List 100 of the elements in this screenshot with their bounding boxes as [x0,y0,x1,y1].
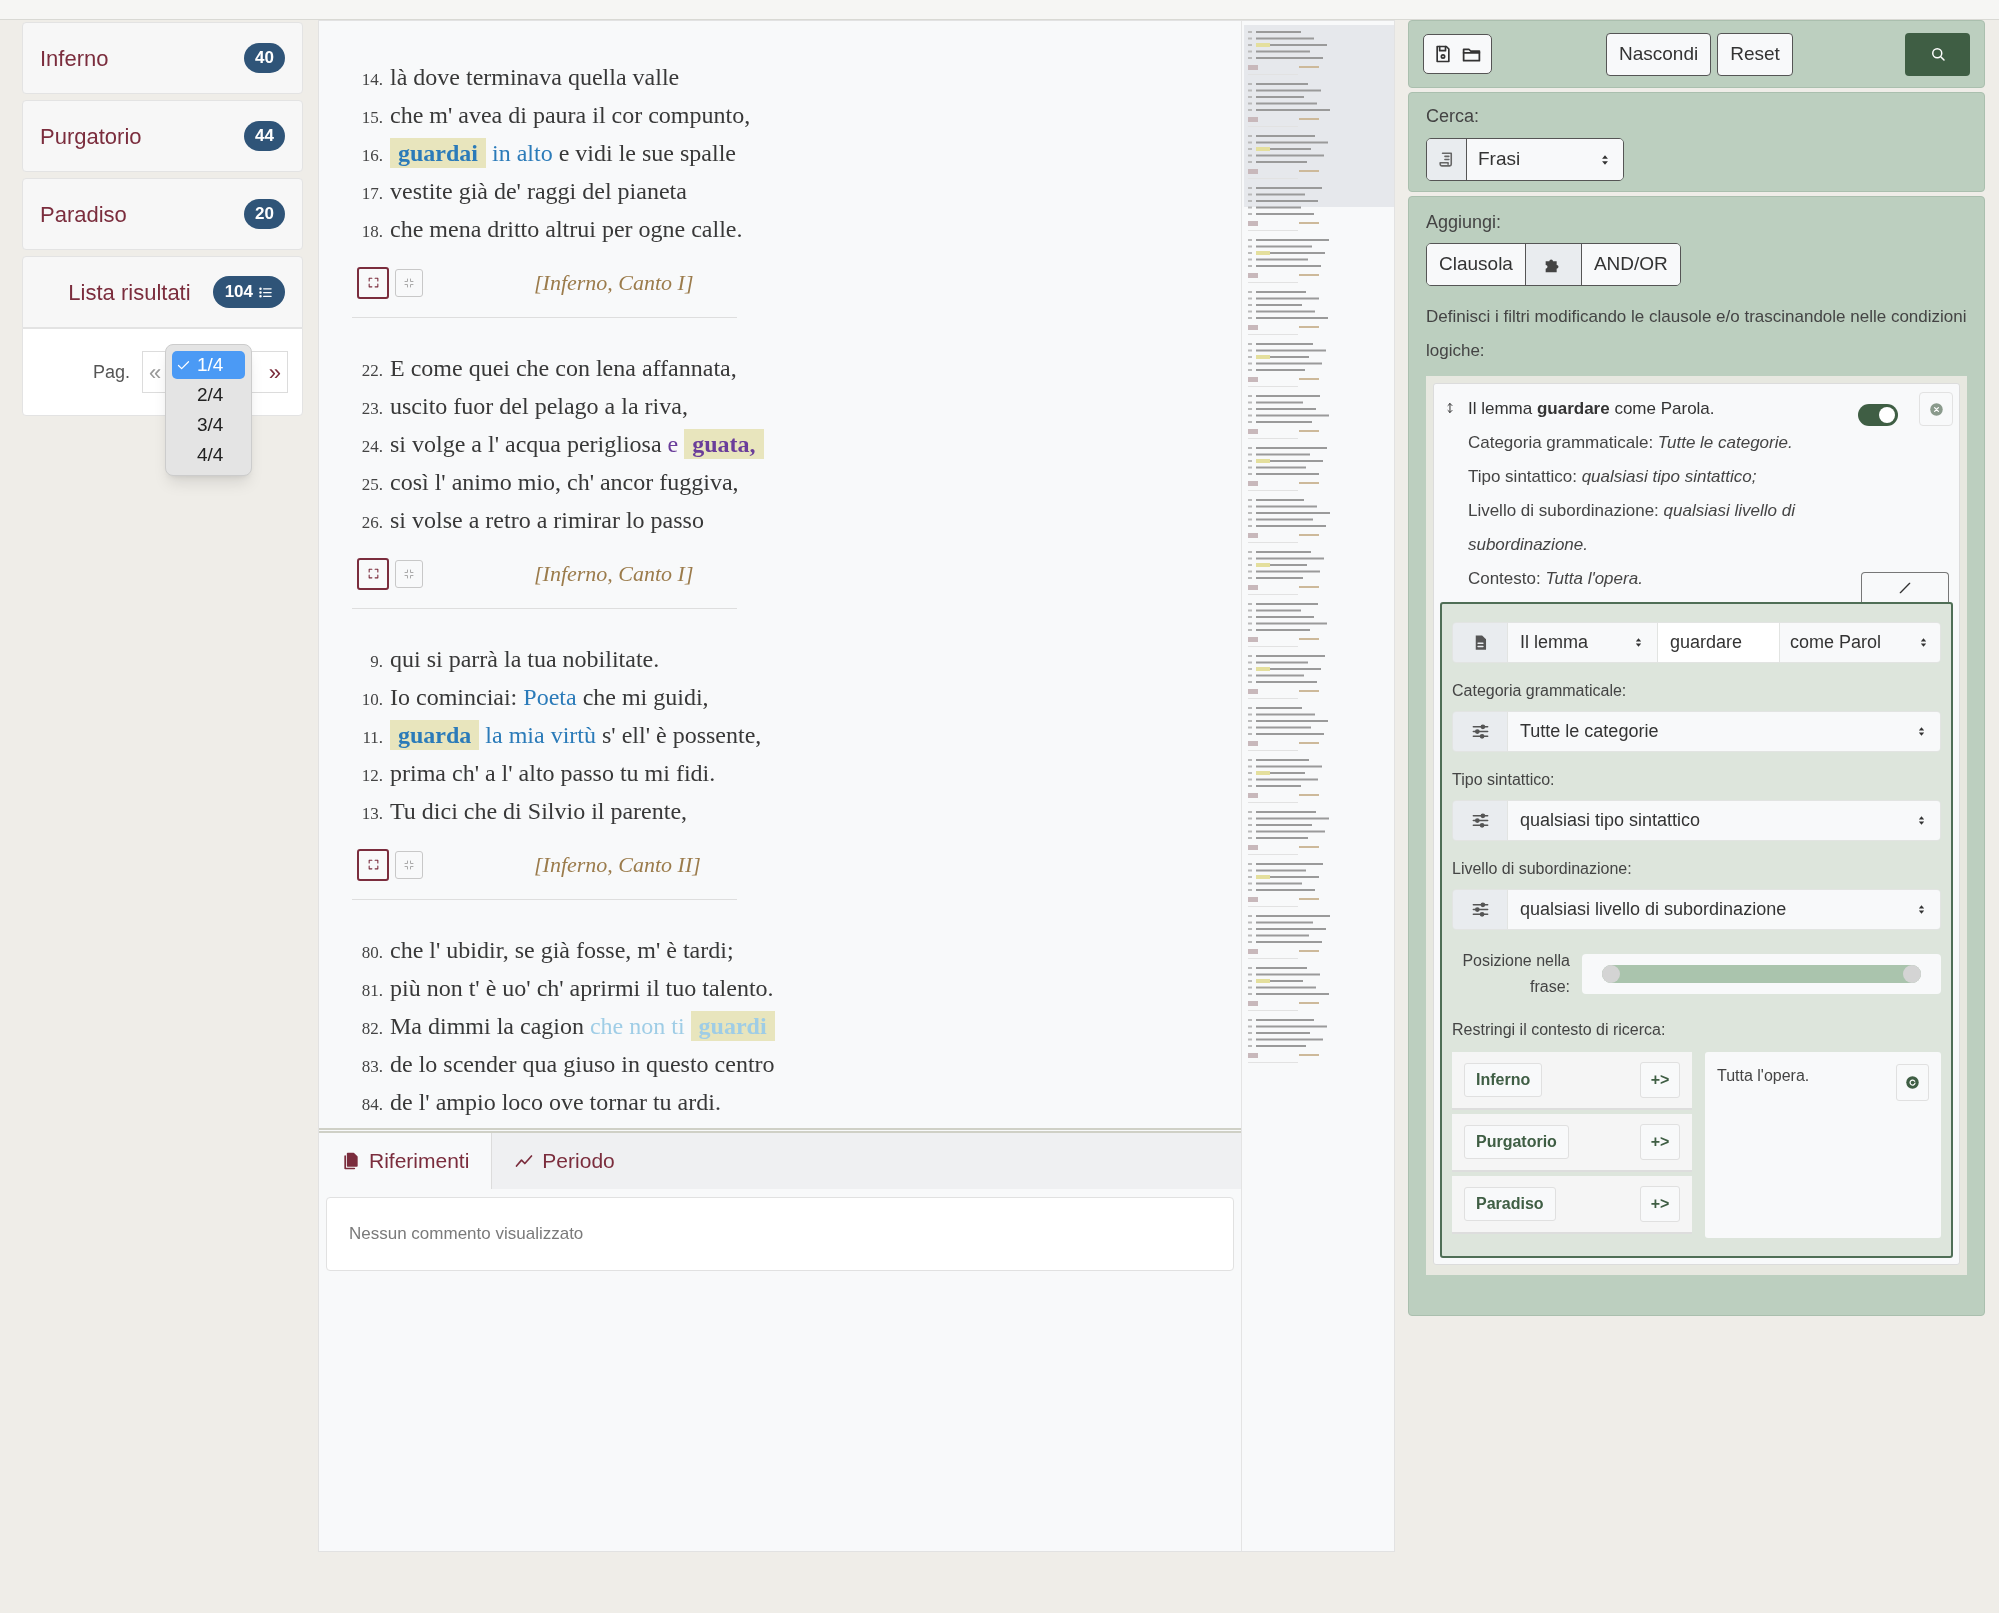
page-option[interactable]: 4/4 [172,441,245,469]
count-badge: 44 [244,121,285,151]
instructions-text: Definisci i filtri modificando le clausole e/o trascinandole nelle condizioni logiche: [1426,306,1967,362]
line-number: 16. [360,145,384,167]
book-label: Inferno [40,44,109,73]
next-link[interactable]: » [268,355,282,389]
line-number: 81. [360,980,384,1002]
results-item[interactable]: Lista risultati 104 [22,256,303,328]
page-label: Pag. [93,360,131,384]
expand-button[interactable] [357,266,389,299]
verse-line: si volse a retro a rimirar lo passo [390,506,704,535]
book-tag[interactable]: Paradiso [1464,1187,1556,1221]
filter-select[interactable]: Tutte le categorie [1452,711,1941,752]
line-number: 26. [360,512,384,534]
expand-button[interactable] [357,557,389,590]
page-option[interactable]: 3/4 [172,411,245,439]
book-item[interactable]: Purgatorio 44 [22,100,303,172]
field-label: Livello di subordinazione: [1452,859,1633,879]
tab[interactable]: Riferimenti [319,1133,493,1189]
lemma-select[interactable]: Il lemma [1507,623,1657,662]
files-icon [341,1151,361,1171]
filter-select[interactable]: qualsiasi tipo sintattico [1452,800,1941,841]
line-number: 23. [360,398,384,420]
comment-message: Nessun commento visualizzato [349,1223,584,1246]
add-group-button[interactable] [1524,244,1581,285]
add-button[interactable]: Clausola [1427,244,1525,285]
results-label: Lista risultati [68,278,191,307]
line-number: 17. [360,183,384,205]
remove-button[interactable] [1919,392,1953,426]
toggle-switch[interactable] [1858,404,1898,426]
verse-line: che l' ubidir, se già fosse, m' è tardi; [390,936,734,965]
slider-handle[interactable] [1602,965,1620,983]
refresh-icon [1905,1075,1920,1090]
field-label: Categoria grammaticale: [1452,681,1628,701]
add-label: Aggiungi: [1426,211,1503,234]
verse-line: che m' avea di paura il cor compunto, [390,101,751,130]
verse-line: che mena dritto altrui per ogne calle. [390,215,743,244]
verse-line: qui si parrà la tua nobilitate. [390,645,660,674]
canto-reference: [Inferno, Canto II] [534,851,701,879]
book-item[interactable]: Inferno 40 [22,22,303,94]
line-number: 14. [360,69,384,91]
save-icon[interactable] [1433,44,1453,64]
line-number: 83. [360,1056,384,1078]
add-context-button[interactable]: +> [1640,1186,1680,1222]
line-number: 82. [360,1018,384,1040]
sliders-icon [1470,900,1490,919]
book-label: Purgatorio [40,122,142,151]
book-tag[interactable]: Purgatorio [1464,1125,1569,1159]
close-icon [1928,401,1944,417]
line-number: 9. [369,651,384,673]
add-context-button[interactable]: +> [1640,1124,1680,1160]
canto-reference: [Inferno, Canto I] [534,560,694,588]
line-number: 84. [360,1094,384,1116]
verse-line: così l' animo mio, ch' ancor fuggiva, [390,468,739,497]
line-number: 18. [360,221,384,243]
line-number: 22. [360,360,384,382]
lemma-input[interactable]: guardare [1657,623,1779,662]
verse-line: uscito fuor del pelago a la riva, [390,392,688,421]
line-number: 12. [360,765,384,787]
toolbar-button[interactable]: Nascondi [1606,32,1712,76]
line-number: 80. [360,942,384,964]
list-icon [258,284,273,300]
verse-line: de lo scender qua giuso in questo centro [390,1050,775,1079]
book-item[interactable]: Paradiso 20 [22,178,303,250]
verse-line: Ma dimmi la cagion che non ti guardi [390,1008,775,1044]
expand-icon [366,858,380,871]
line-number: 13. [360,803,384,825]
line-number: 24. [360,436,384,458]
slider-handle[interactable] [1903,965,1921,983]
verse-line: E come quei che con lena affannata, [390,354,737,383]
add-context-button[interactable]: +> [1640,1062,1680,1098]
toolbar-button[interactable]: Reset [1717,32,1793,76]
search-type-select[interactable]: Frasi [1426,138,1624,181]
expand-button[interactable] [357,848,389,881]
clause-detail: Categoria grammaticale: Tutte le categorie. [1467,432,1794,454]
book-tag[interactable]: Inferno [1464,1063,1543,1097]
expand-icon [366,567,380,580]
match-type-select[interactable]: come Parol [1779,623,1940,662]
clause-detail: Contesto: Tutta l'opera. [1467,568,1644,590]
clause-detail: Livello di subordinazione: qualsiasi livello di subordinazione. [1467,500,1797,556]
verse-line: si volge a l' acqua perigliosa e guata, [390,426,764,462]
add-button[interactable]: AND/OR [1580,244,1680,285]
expand-icon [366,276,380,289]
collapse-icon [403,567,415,580]
line-number: 15. [360,107,384,129]
canto-reference: [Inferno, Canto I] [534,269,694,297]
search-button[interactable] [1905,32,1970,76]
field-label: Posizione nella frase: [1461,951,1570,997]
edit-button[interactable] [1861,572,1949,602]
count-badge: 104 [212,276,285,308]
collapse-icon [403,276,415,289]
field-label: Tipo sintattico: [1452,770,1556,790]
page-option[interactable]: 2/4 [172,381,245,409]
filter-select[interactable]: qualsiasi livello di subordinazione [1452,889,1941,930]
verse-line: prima ch' a l' alto passo tu mi fidi. [390,759,716,788]
search-label: Cerca: [1426,105,1480,128]
tab[interactable]: Periodo [492,1133,637,1189]
reset-context-button[interactable] [1896,1064,1929,1101]
line-number: 25. [360,474,384,496]
clause-detail: Tipo sintattico: qualsiasi tipo sintattico; [1467,466,1758,488]
